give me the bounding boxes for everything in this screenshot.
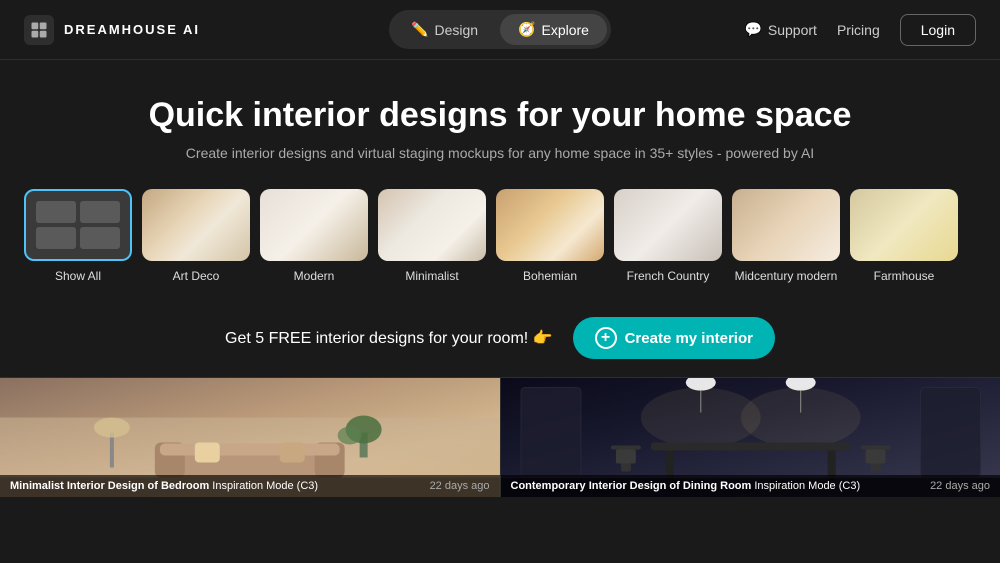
style-card-farmhouse[interactable]: Farmhouse — [850, 189, 958, 283]
plus-icon: + — [595, 327, 617, 349]
art-deco-thumb — [142, 189, 250, 261]
support-link[interactable]: 💬 Support — [744, 21, 816, 38]
gallery-title-1: Contemporary Interior Design of Dining R… — [511, 480, 861, 492]
gallery-time-1: 22 days ago — [930, 480, 990, 492]
gallery-title-0: Minimalist Interior Design of Bedroom In… — [10, 480, 318, 492]
nav-tab-design[interactable]: ✏️ Design — [393, 14, 496, 45]
pricing-link[interactable]: Pricing — [837, 22, 880, 38]
show-all-thumb — [24, 189, 132, 261]
gallery-label-1: Contemporary Interior Design of Dining R… — [501, 475, 1000, 497]
create-my-interior-button[interactable]: + Create my interior — [573, 317, 775, 359]
nav-tabs: ✏️ Design 🧭 Explore — [389, 10, 611, 49]
minimalist-thumb — [378, 189, 486, 261]
gallery-item-0[interactable]: Minimalist Interior Design of Bedroom In… — [0, 378, 501, 497]
gallery-label-0: Minimalist Interior Design of Bedroom In… — [0, 475, 500, 497]
promo-text: Get 5 FREE interior designs for your roo… — [225, 328, 553, 348]
brand-name: DREAMHOUSE AI — [64, 22, 200, 37]
chat-icon: 💬 — [744, 21, 761, 38]
midcentury-thumb — [732, 189, 840, 261]
style-card-art-deco[interactable]: Art Deco — [142, 189, 250, 283]
gallery-row: Minimalist Interior Design of Bedroom In… — [0, 377, 1000, 497]
hero-section: Quick interior designs for your home spa… — [0, 60, 1000, 189]
style-card-midcentury-modern[interactable]: Midcentury modern — [732, 189, 840, 283]
style-card-minimalist[interactable]: Minimalist — [378, 189, 486, 283]
logo-icon — [24, 15, 54, 45]
navbar: DREAMHOUSE AI ✏️ Design 🧭 Explore 💬 Supp… — [0, 0, 1000, 60]
bohemian-thumb — [496, 189, 604, 261]
style-row: Show All Art Deco Modern Minimalist Bohe… — [0, 189, 1000, 283]
promo-banner: Get 5 FREE interior designs for your roo… — [0, 299, 1000, 377]
gallery-item-1[interactable]: Contemporary Interior Design of Dining R… — [501, 378, 1000, 497]
style-card-modern[interactable]: Modern — [260, 189, 368, 283]
compass-icon: 🧭 — [518, 21, 535, 38]
logo-area: DREAMHOUSE AI — [24, 15, 389, 45]
hero-headline: Quick interior designs for your home spa… — [20, 96, 980, 135]
style-card-french-country[interactable]: French Country — [614, 189, 722, 283]
pencil-icon: ✏️ — [411, 21, 428, 38]
nav-tab-explore[interactable]: 🧭 Explore — [500, 14, 607, 45]
style-card-bohemian[interactable]: Bohemian — [496, 189, 604, 283]
login-button[interactable]: Login — [900, 14, 976, 46]
modern-thumb — [260, 189, 368, 261]
hero-subheadline: Create interior designs and virtual stag… — [20, 145, 980, 161]
nav-right: 💬 Support Pricing Login — [611, 14, 976, 46]
gallery-time-0: 22 days ago — [430, 480, 490, 492]
farmhouse-thumb — [850, 189, 958, 261]
french-country-thumb — [614, 189, 722, 261]
style-card-show-all[interactable]: Show All — [24, 189, 132, 283]
